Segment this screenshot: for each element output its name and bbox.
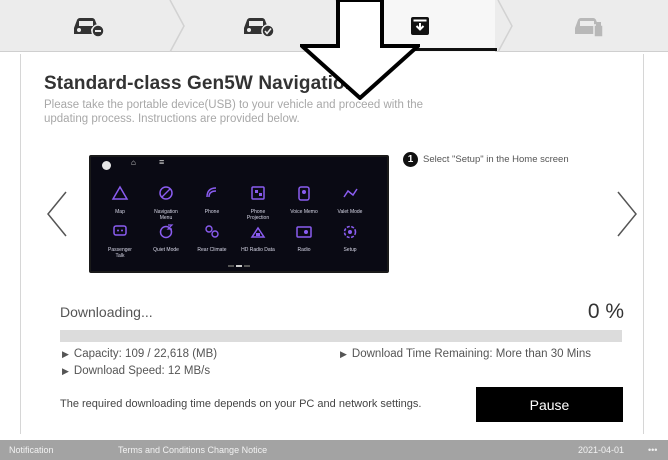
- screen-app-map: Map: [98, 185, 142, 215]
- screen-app-valet-mode: Valet Mode: [328, 185, 372, 215]
- passenger-talk-icon: [113, 225, 127, 236]
- setup-icon: [343, 225, 357, 239]
- screen-page-dots: [228, 265, 254, 267]
- footer-bar: Notification Terms and Conditions Change…: [0, 440, 668, 460]
- next-arrow-icon[interactable]: [614, 190, 640, 238]
- download-progress-bar: [60, 330, 622, 342]
- screen-app-label: Valet Mode: [337, 209, 363, 215]
- screen-app-phone: Phone: [190, 185, 234, 215]
- screen-app-label: Quiet Mode: [153, 247, 179, 253]
- map-icon: [111, 185, 129, 200]
- car-check-icon: [243, 18, 275, 38]
- screen-app-label: Setup: [343, 247, 357, 253]
- screen-app-phone-projection: Phone Projection: [236, 185, 280, 221]
- valet-mode-icon: [343, 188, 358, 198]
- step-1: [0, 0, 175, 52]
- screen-app-radio: Radio: [282, 223, 326, 253]
- screen-app-navigation-menu: Navigation Menu: [144, 185, 188, 221]
- pause-button[interactable]: Pause: [476, 387, 623, 422]
- screen-app-voice-memo: Voice Memo: [282, 185, 326, 215]
- footer-date: 2021-04-01: [578, 445, 625, 455]
- navigation-menu-icon: [159, 186, 173, 200]
- step-4: [510, 0, 668, 52]
- capacity-info: ▶ Capacity: 109 / 22,618 (MB): [62, 348, 217, 360]
- screen-app-label: HD Radio Data: [241, 247, 275, 253]
- screen-home-icon: ⌂: [131, 158, 136, 167]
- speed-text: Download Speed: 12 MB/s: [73, 365, 211, 377]
- screen-app-label: Phone Projection: [246, 209, 270, 221]
- screen-app-label: Radio: [297, 247, 311, 253]
- screen-app-quiet-mode: Quiet Mode: [144, 223, 188, 253]
- capacity-text: Capacity: 109 / 22,618 (MB): [73, 348, 218, 360]
- download-note: The required downloading time depends on…: [60, 398, 422, 410]
- device-screen-illustration: ⌂ ≡ Map Navigation Menu Phone Phone Project…: [89, 155, 389, 273]
- screen-indicator-dot: [102, 161, 111, 170]
- download-status-label: Downloading...: [60, 304, 153, 320]
- bullet-triangle-icon: ▶: [340, 349, 347, 359]
- screen-app-label: Map: [115, 209, 125, 215]
- big-down-arrow-icon: [300, 0, 420, 100]
- screen-app-label: Voice Memo: [290, 209, 318, 215]
- car-usb-icon: [575, 18, 604, 38]
- screen-app-setup: Setup: [328, 223, 372, 253]
- phone-projection-icon: [251, 186, 265, 200]
- instruction-text: Select "Setup" in the Home screen: [423, 154, 569, 165]
- speed-info: ▶ Download Speed: 12 MB/s: [62, 365, 210, 377]
- phone-icon: [206, 187, 217, 198]
- quiet-mode-icon: [159, 224, 174, 239]
- rear-climate-icon: [205, 225, 219, 238]
- bullet-triangle-icon: ▶: [62, 349, 69, 359]
- car-remove-icon: [73, 18, 105, 38]
- instruction-number: 1: [403, 152, 418, 167]
- footer-terms-link[interactable]: Terms and Conditions Change Notice: [118, 445, 267, 455]
- screen-app-passenger-talk: Passenger Talk: [98, 223, 142, 259]
- time-remaining-info: ▶ Download Time Remaining: More than 30 M…: [340, 348, 591, 360]
- previous-arrow-icon[interactable]: [44, 190, 70, 238]
- download-percent: 0 %: [587, 300, 624, 323]
- time-remaining-text: Download Time Remaining: More than 30 Mi…: [351, 348, 591, 360]
- screen-app-label: Navigation Menu: [154, 209, 178, 221]
- screen-app-hd-radio-data: HD Radio Data: [236, 223, 280, 253]
- instruction: 1 Select "Setup" in the Home screen: [403, 152, 569, 167]
- footer-more-button[interactable]: •••: [648, 445, 657, 455]
- hd-radio-data-icon: [250, 226, 266, 238]
- bullet-triangle-icon: ▶: [62, 366, 69, 376]
- screen-app-label: Passenger Talk: [108, 247, 132, 259]
- screen-menu-icon: ≡: [159, 157, 165, 167]
- radio-icon: [296, 226, 312, 238]
- screen-app-rear-climate: Rear Climate: [190, 223, 234, 253]
- screen-app-label: Rear Climate: [197, 247, 227, 253]
- page-subtitle: Please take the portable device(USB) to …: [44, 99, 424, 125]
- screen-app-label: Phone: [204, 209, 220, 215]
- voice-memo-icon: [298, 186, 310, 201]
- footer-notification-link[interactable]: Notification: [9, 445, 54, 455]
